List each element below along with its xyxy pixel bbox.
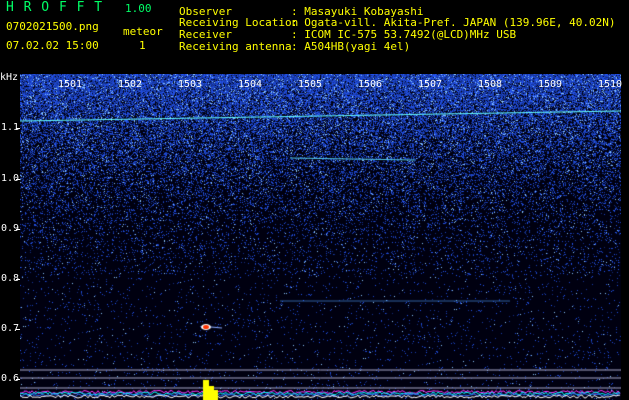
meteor-count: 1 [139,39,146,52]
x-tick: 1501 [58,79,83,90]
x-tick: 1504 [238,79,263,90]
x-tick: 1507 [418,79,443,90]
x-tick: 1510 [598,79,623,90]
antenna-value: : A504HB(yagi 4el) [291,40,411,53]
x-tick: 1502 [118,79,143,90]
file-name: 0702021500.png [6,20,99,33]
app-version: 1.00 [125,2,152,15]
x-tick: 1508 [478,79,503,90]
x-tick: 1509 [538,79,563,90]
x-tick: 1506 [358,79,383,90]
meteor-label: meteor [123,25,163,38]
x-tick: 1505 [298,79,323,90]
date-time: 07.02.02 15:00 [6,39,99,52]
header-panel: H R O F F T 1.00 0702021500.png meteor 0… [0,0,629,70]
x-tick: 1503 [178,79,203,90]
spectrogram-canvas [20,74,621,400]
y-axis: 1.1 1.0 0.9 0.8 0.7 0.6 [1,122,20,384]
antenna-key: Receiving antenna [179,40,292,53]
app-title: H R O F F T [6,0,104,15]
